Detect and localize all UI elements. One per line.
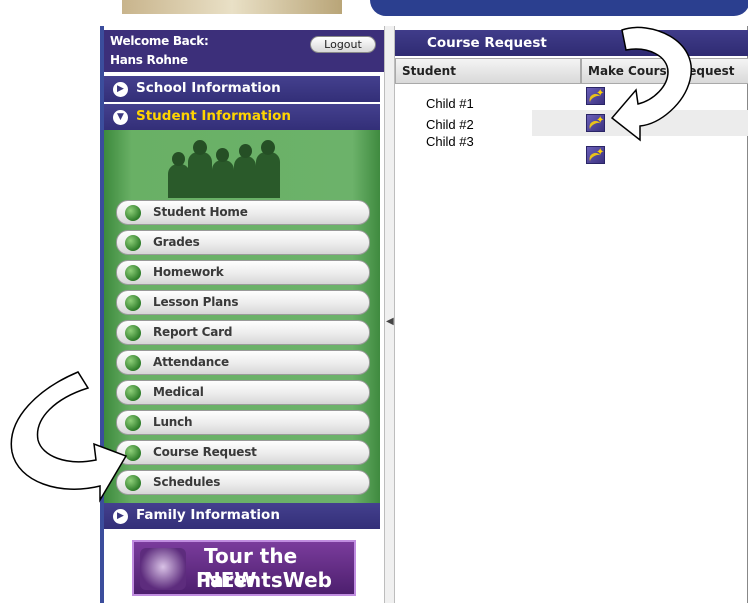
section-school-information[interactable]: ▶ School Information <box>104 76 380 102</box>
section-label: Family Information <box>136 507 280 523</box>
section-label: Student Information <box>136 108 291 124</box>
menu-item-attendance[interactable]: Attendance <box>116 350 370 375</box>
green-dot-icon <box>125 385 141 401</box>
column-header-label: Student <box>402 64 456 78</box>
course-request-icon[interactable]: ✦ <box>586 114 605 134</box>
course-request-icon[interactable]: ✦ <box>586 146 605 166</box>
menu-item-label: Grades <box>153 235 200 249</box>
column-header-student[interactable]: Student <box>395 58 581 84</box>
menu-item-student-home[interactable]: Student Home <box>116 200 370 225</box>
banner-graphic <box>370 0 748 16</box>
chevron-down-icon: ▼ <box>113 110 128 125</box>
page-title: Course Request <box>427 35 547 51</box>
green-dot-icon <box>125 445 141 461</box>
course-request-icon[interactable]: ✦ <box>586 87 605 107</box>
student-name: Child #3 <box>426 134 474 149</box>
menu-item-medical[interactable]: Medical <box>116 380 370 405</box>
menu-item-label: Attendance <box>153 355 229 369</box>
menu-item-grades[interactable]: Grades <box>116 230 370 255</box>
section-label: School Information <box>136 80 281 96</box>
user-name: Hans Rohne <box>110 53 188 67</box>
welcome-label: Welcome Back: <box>110 34 209 48</box>
tour-line2: ParentsWeb <box>196 568 332 592</box>
green-dot-icon <box>125 295 141 311</box>
menu-item-label: Homework <box>153 265 224 279</box>
chevron-right-icon: ▶ <box>113 509 128 524</box>
section-family-information[interactable]: ▶ Family Information <box>104 503 380 529</box>
section-student-information[interactable]: ▼ Student Information <box>104 104 380 130</box>
tour-banner[interactable]: Tour the NEW ParentsWeb <box>132 540 356 596</box>
menu-item-label: Medical <box>153 385 204 399</box>
table-row: ✦ <box>532 110 748 136</box>
menu-item-label: Report Card <box>153 325 233 339</box>
students-photo <box>160 134 290 198</box>
green-dot-icon <box>125 355 141 371</box>
logout-button[interactable]: Logout <box>310 36 376 53</box>
sidebar: Welcome Back: Hans Rohne Logout ▶ School… <box>104 26 384 603</box>
collapse-arrow-icon[interactable]: ◀ <box>386 316 394 327</box>
menu-item-homework[interactable]: Homework <box>116 260 370 285</box>
student-name: Child #1 <box>426 96 474 111</box>
menu-item-label: Schedules <box>153 475 221 489</box>
menu-item-schedules[interactable]: Schedules <box>116 470 370 495</box>
green-dot-icon <box>125 205 141 221</box>
column-header-label: Make Course Request <box>588 64 735 78</box>
table-row: Child #1 ✦ <box>395 84 748 111</box>
pane-splitter[interactable]: ◀ <box>384 26 395 603</box>
chevron-right-icon: ▶ <box>113 82 128 97</box>
green-dot-icon <box>125 415 141 431</box>
green-dot-icon <box>125 265 141 281</box>
menu-item-report-card[interactable]: Report Card <box>116 320 370 345</box>
student-name: Child #2 <box>426 117 474 132</box>
green-dot-icon <box>125 325 141 341</box>
mascot-icon <box>140 548 186 590</box>
top-banner <box>100 0 748 26</box>
banner-image <box>122 0 342 14</box>
menu-item-lesson-plans[interactable]: Lesson Plans <box>116 290 370 315</box>
menu-item-label: Student Home <box>153 205 248 219</box>
menu-item-label: Lunch <box>153 415 193 429</box>
menu-item-label: Course Request <box>153 445 257 459</box>
welcome-panel: Welcome Back: Hans Rohne Logout <box>104 30 384 72</box>
student-menu-panel: Student Home Grades Homework Lesson Plan… <box>104 130 380 503</box>
main-content: Course Request Student Make Course Reque… <box>395 26 748 603</box>
green-dot-icon <box>125 475 141 491</box>
menu-item-label: Lesson Plans <box>153 295 239 309</box>
green-dot-icon <box>125 235 141 251</box>
table-row: Child #3 ✦ <box>395 134 748 166</box>
menu-item-lunch[interactable]: Lunch <box>116 410 370 435</box>
content-header: Course Request <box>395 30 748 56</box>
column-header-make-request[interactable]: Make Course Request <box>581 58 748 84</box>
menu-item-course-request[interactable]: Course Request <box>116 440 370 465</box>
